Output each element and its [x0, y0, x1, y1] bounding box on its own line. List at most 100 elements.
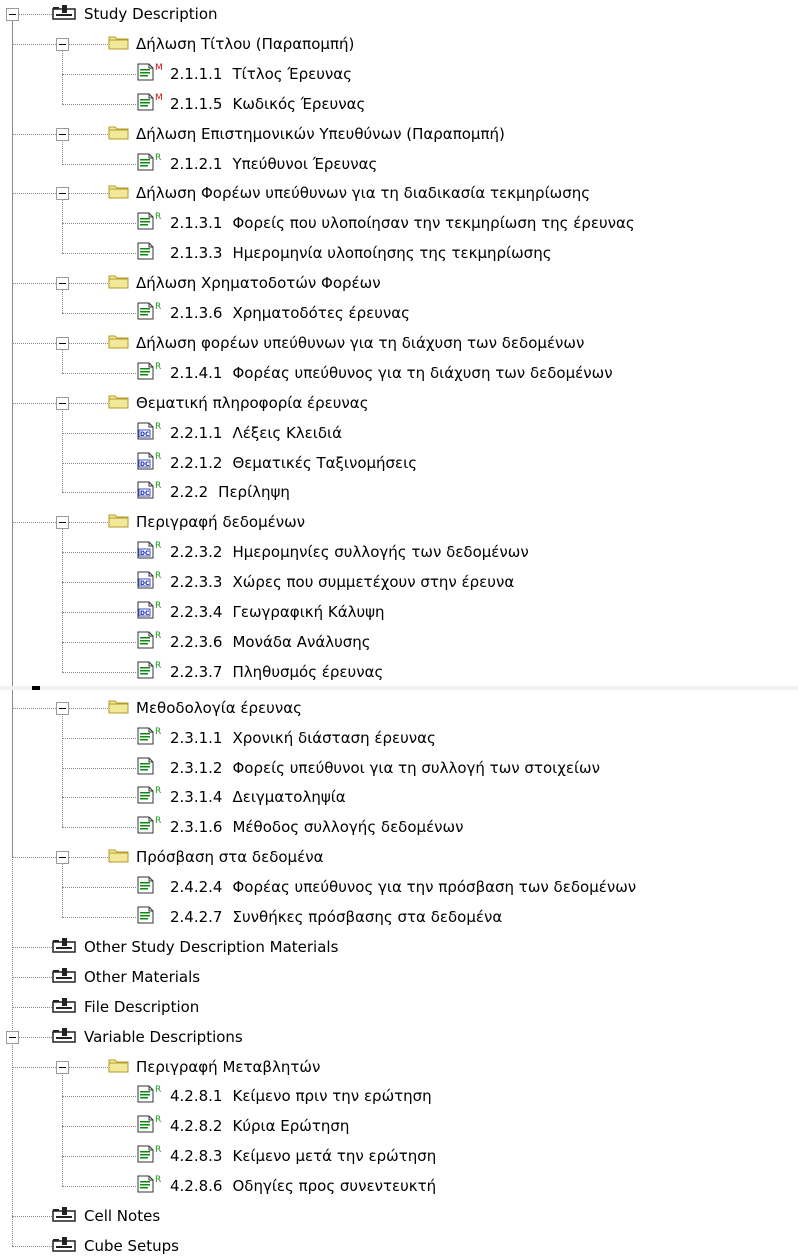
section-title: Κύρια Ερώτηση [232, 1117, 350, 1136]
tree-section-item[interactable]: Cell Notes [52, 1204, 160, 1228]
collapse-toggle-icon[interactable] [56, 187, 69, 201]
collapse-toggle-icon[interactable] [56, 516, 69, 530]
tree-connector-line [12, 1216, 52, 1217]
tree-folder-item[interactable]: Πρόσβαση στα δεδομένα [108, 845, 323, 869]
leaf-label: 2.2.3.7 Πληθυσμός έρευνας [164, 662, 383, 682]
tree-section-item[interactable]: Other Study Description Materials [52, 935, 338, 959]
tree-leaf-item[interactable]: M 2.1.1.5 Κωδικός Έρευνας [136, 92, 365, 116]
tree-leaf-item[interactable]: DC R 2.2.3.3 Χώρες που συμμετέχουν στην έρε… [136, 570, 514, 594]
tree-leaf-item[interactable]: R 2.2.3.7 Πληθυσμός έρευνας [136, 660, 383, 684]
tree-folder-item[interactable]: Μεθοδολογία έρευνας [108, 696, 302, 720]
section-number: 2.2.3.2 [170, 543, 223, 562]
svg-text:R: R [155, 631, 161, 641]
tree-trunk-line [62, 199, 63, 254]
svg-text:DC: DC [140, 610, 150, 617]
tree-leaf-item[interactable]: 2.4.2.4 Φορέας υπεύθυνος για την πρόσβαση… [136, 875, 636, 899]
document-icon: R [136, 630, 164, 654]
tree-connector-line [62, 372, 136, 374]
tree-leaf-item[interactable]: R 4.2.8.1 Κείμενο πριν την ερώτηση [136, 1084, 432, 1108]
tree-leaf-item[interactable]: R 2.1.4.1 Φορέας υπεύθυνος για τη διάχυση … [136, 361, 613, 385]
section-number: 2.3.1.6 [170, 818, 223, 837]
folder-icon [108, 697, 130, 719]
leaf-label: 2.1.3.6 Χρηματοδότες έρευνας [164, 303, 410, 323]
svg-text:R: R [155, 727, 161, 737]
tree-leaf-item[interactable]: R 2.2.3.6 Μονάδα Ανάλυσης [136, 630, 371, 654]
tree-folder-item[interactable]: Περιγραφή δεδομένων [108, 510, 305, 534]
tree-folder-item[interactable]: Δήλωση Χρηματοδοτών Φορέων [108, 271, 381, 295]
tree-folder-item[interactable]: Περιγραφή Μεταβλητών [108, 1055, 320, 1079]
tree-leaf-item[interactable]: 2.1.3.3 Ημερομηνία υλοποίησης της τεκμηρί… [136, 241, 552, 265]
section-title: Πληθυσμός έρευνας [232, 662, 384, 681]
section-icon [52, 1026, 78, 1048]
collapse-toggle-icon[interactable] [56, 37, 69, 51]
tree-leaf-item[interactable]: DC R 2.2.3.2 Ημερομηνίες συλλογής των δεδομ… [136, 540, 529, 564]
collapse-toggle-icon[interactable] [6, 8, 19, 21]
dc-document-icon: DC R [136, 540, 164, 564]
svg-text:R: R [155, 302, 161, 312]
node-label: Study Description [84, 5, 218, 23]
section-title: Τίτλος Έρευνας [232, 64, 352, 83]
svg-text:R: R [155, 541, 161, 551]
tree-connector-line [12, 976, 52, 978]
tree-folder-item[interactable]: Δήλωση Τίτλου (Παραπομπή) [108, 32, 354, 56]
document-icon: R [136, 1114, 164, 1138]
collapse-toggle-icon[interactable] [6, 1030, 19, 1044]
tree-connector-line [62, 552, 136, 554]
document-icon [136, 756, 164, 780]
collapse-toggle-icon[interactable] [56, 851, 69, 865]
tree-folder-item[interactable]: Δήλωση φορέων υπεύθυνων για τη διάχυση τ… [108, 331, 584, 355]
tree-leaf-item[interactable]: R 2.3.1.1 Χρονική διάσταση έρευνας [136, 726, 436, 750]
node-label: File Description [84, 997, 200, 1016]
tree-leaf-item[interactable]: R 2.1.3.6 Χρηματοδότες έρευνας [136, 301, 410, 325]
collapse-toggle-icon[interactable] [56, 127, 69, 141]
tree-leaf-item[interactable]: 2.4.2.7 Συνθήκες πρόσβασης στα δεδομένα [136, 905, 502, 929]
tree-connector-line [62, 103, 136, 105]
tree-leaf-item[interactable]: R 2.1.3.1 Φορείς που υλοποίησαν την τεκμηρ… [136, 211, 635, 235]
tree-section-item[interactable]: Variable Descriptions [52, 1025, 243, 1049]
tree-folder-item[interactable]: Θεματική πληροφορία έρευνας [108, 391, 369, 415]
section-number: 2.2.2 [170, 483, 209, 502]
tree-folder-item[interactable]: Δήλωση Επιστημονικών Υπευθύνων (Παραπομπ… [108, 122, 505, 146]
svg-text:R: R [155, 362, 161, 372]
tree-folder-item[interactable]: Δήλωση Φορέων υπεύθυνων για τη διαδικασί… [108, 181, 590, 205]
tree-section-item[interactable]: File Description [52, 995, 199, 1019]
section-title: Ημερομηνία υλοποίησης της τεκμηρίωσης [232, 244, 552, 263]
tree-leaf-item[interactable]: 2.3.1.2 Φορείς υπεύθυνοι για τη συλλογή τ… [136, 756, 600, 780]
node-label: Θεματική πληροφορία έρευνας [136, 393, 369, 412]
tree-leaf-item[interactable]: DC R 2.2.2 Περίληψη [136, 480, 290, 504]
svg-text:DC: DC [140, 580, 150, 587]
svg-text:R: R [155, 816, 161, 826]
tree-connector-line [62, 827, 136, 829]
collapse-toggle-icon[interactable] [56, 701, 69, 715]
tree-leaf-item[interactable]: M 2.1.1.1 Τίτλος Έρευνας [136, 62, 352, 86]
section-title: Δειγματοληψία [232, 788, 346, 807]
tree-leaf-item[interactable]: DC R 2.2.1.1 Λέξεις Κλειδιά [136, 421, 342, 445]
tree-leaf-item[interactable]: R 4.2.8.2 Κύρια Ερώτηση [136, 1114, 349, 1138]
leaf-label: 4.2.8.3 Κείμενο μετά την ερώτηση [164, 1146, 436, 1166]
section-number: 2.1.1.5 [170, 94, 223, 113]
tree-leaf-item[interactable]: DC R 2.2.3.4 Γεωγραφική Κάλυψη [136, 600, 385, 624]
section-number: 2.1.2.1 [170, 154, 223, 173]
document-icon: R [136, 1084, 164, 1108]
node-label: Δήλωση φορέων υπεύθυνων για τη διάχυση τ… [136, 333, 585, 352]
tree-section-item[interactable]: Study Description [52, 2, 218, 26]
tree-leaf-item[interactable]: R 4.2.8.6 Οδηγίες προς συνεντευκτή [136, 1174, 436, 1198]
collapse-toggle-icon[interactable] [56, 1060, 69, 1074]
leaf-label: 4.2.8.1 Κείμενο πριν την ερώτηση [164, 1086, 432, 1106]
collapse-toggle-icon[interactable] [56, 336, 69, 350]
section-title: Ημερομηνίες συλλογής των δεδομένων [232, 543, 529, 562]
tree-leaf-item[interactable]: R 2.3.1.6 Μέθοδος συλλογής δεδομένων [136, 815, 464, 839]
tree-leaf-item[interactable]: R 2.1.2.1 Υπεύθυνοι Έρευνας [136, 152, 377, 176]
collapse-toggle-icon[interactable] [56, 396, 69, 410]
tree-connector-line [62, 612, 136, 613]
tree-connector-line [62, 641, 136, 643]
tree-leaf-item[interactable]: R 4.2.8.3 Κείμενο μετά την ερώτηση [136, 1144, 436, 1168]
tree-connector-line [62, 223, 136, 225]
collapse-toggle-icon[interactable] [56, 277, 69, 291]
tree-section-item[interactable]: Other Materials [52, 965, 200, 989]
outline-tree: Study Description Δήλωση Τίτλου (Παραπομπ… [0, 0, 798, 1255]
svg-text:R: R [155, 153, 161, 163]
document-icon: R [136, 361, 164, 385]
tree-leaf-item[interactable]: R 2.3.1.4 Δειγματοληψία [136, 785, 346, 809]
tree-leaf-item[interactable]: DC R 2.2.1.2 Θεματικές Ταξινομήσεις [136, 451, 417, 475]
